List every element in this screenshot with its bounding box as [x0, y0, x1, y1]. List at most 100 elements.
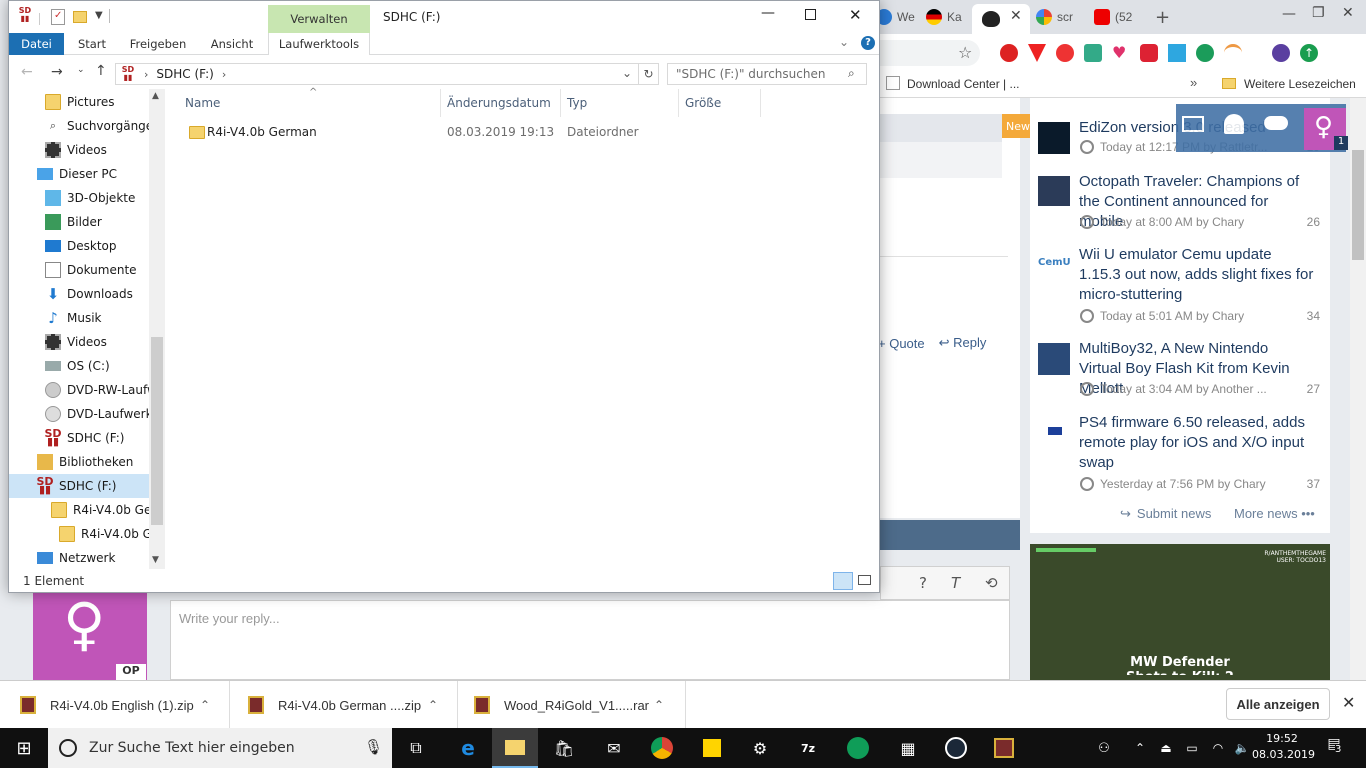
large-icons-view-icon[interactable] — [858, 575, 871, 585]
browser-tab-active[interactable]: ✕ — [972, 4, 1030, 34]
nav-scroll-thumb[interactable] — [151, 337, 163, 525]
sticky-notes-icon[interactable] — [698, 734, 726, 762]
nav-item-3d-objekte[interactable]: 3D-Objekte — [45, 186, 149, 210]
nav-item-videos[interactable]: Videos — [45, 138, 149, 162]
extension-icon[interactable] — [1140, 44, 1158, 62]
back-arrow-icon[interactable]: ← — [21, 64, 33, 80]
extension-icon[interactable] — [1056, 44, 1074, 62]
scroll-down-icon[interactable]: ▼ — [152, 555, 159, 565]
file-row[interactable]: R4i-V4.0b German 08.03.2019 19:13 Dateio… — [181, 121, 771, 143]
close-icon[interactable]: ✕ — [849, 6, 862, 24]
news-title[interactable]: Wii U emulator Cemu update 1.15.3 out no… — [1079, 245, 1314, 305]
hangouts-icon[interactable] — [844, 734, 872, 762]
download-item[interactable]: Wood_R4iGold_V1.....rar ⌃ — [458, 681, 686, 729]
address-bar[interactable]: ☆ — [880, 40, 980, 66]
chevron-up-icon[interactable]: ⌃ — [200, 698, 210, 712]
action-center-icon[interactable]: ▤ 3 — [1322, 736, 1346, 760]
search-input[interactable]: "SDHC (F:)" durchsuchen ⌕ — [667, 63, 867, 85]
column-size[interactable]: Größe — [679, 89, 761, 117]
browser-restore-icon[interactable]: ❐ — [1312, 5, 1325, 21]
bookmark-download-center[interactable]: Download Center | ... — [907, 77, 1020, 91]
settings-gear-icon[interactable]: ⚙ — [746, 734, 774, 762]
chrome-icon[interactable] — [648, 734, 676, 762]
tab-close-icon[interactable]: ✕ — [1010, 8, 1022, 24]
task-view-icon[interactable]: ⧉ — [402, 734, 430, 762]
recent-dropdown-icon[interactable]: ⌄ — [77, 65, 85, 75]
breadcrumb-sdhc[interactable]: SDHC (F:) — [156, 67, 213, 81]
cloud-upload-icon[interactable] — [1264, 116, 1288, 130]
rainbow-icon[interactable] — [1224, 44, 1242, 62]
user-avatar[interactable]: ♀ 1 — [1304, 108, 1348, 150]
nav-item-dokumente[interactable]: Dokumente — [45, 258, 149, 282]
bookmark-other[interactable]: Weitere Lesezeichen — [1244, 77, 1356, 91]
browser-minimize-icon[interactable]: — — [1282, 6, 1296, 22]
clear-format-icon[interactable]: T — [951, 574, 960, 592]
submit-news-link[interactable]: ↪ Submit news — [1120, 506, 1211, 522]
nav-item-dvd[interactable]: DVD-Laufwerk — [45, 402, 149, 426]
refresh-icon[interactable]: ↻ — [639, 63, 659, 85]
news-item[interactable]: MultiBoy32, A New Nintendo Virtual Boy F… — [1038, 339, 1328, 405]
page-scroll-thumb[interactable] — [1352, 150, 1364, 260]
shield-icon[interactable] — [1028, 44, 1046, 62]
nav-item-sdhc-selected[interactable]: SD ▮▮ SDHC (F:) — [9, 474, 149, 498]
tab-start[interactable]: Start — [71, 33, 113, 55]
browser-close-icon[interactable]: ✕ — [1342, 5, 1354, 21]
news-title[interactable]: PS4 firmware 6.50 released, adds remote … — [1079, 413, 1314, 473]
usb-icon[interactable]: ⏏ — [1152, 734, 1180, 762]
file-name[interactable]: R4i-V4.0b German — [207, 125, 317, 139]
browser-tab-1[interactable]: We — [876, 6, 916, 28]
column-type[interactable]: Typ — [561, 89, 679, 117]
update-icon[interactable]: ↑ — [1300, 44, 1318, 62]
nav-item-bibliotheken[interactable]: Bibliotheken — [37, 450, 149, 474]
minimize-icon[interactable]: — — [761, 5, 775, 21]
adblock-icon[interactable] — [1000, 44, 1018, 62]
quote-button[interactable]: + Quote — [878, 336, 925, 351]
nav-item-musik[interactable]: ♪ Musik — [45, 306, 149, 330]
breadcrumb-separator-icon[interactable]: › — [144, 68, 148, 81]
people-icon[interactable]: ⚇ — [1090, 734, 1118, 762]
nav-item-suchvorgaenge[interactable]: ⌕ Suchvorgänge — [45, 114, 149, 138]
column-date[interactable]: Änderungsdatum — [441, 89, 561, 117]
tab-datei[interactable]: Datei — [9, 33, 64, 55]
extension-icon[interactable] — [1168, 44, 1186, 62]
address-dropdown-icon[interactable]: ⌄ — [622, 66, 632, 80]
nav-item-downloads[interactable]: ⬇ Downloads — [45, 282, 149, 306]
bookmark-star-icon[interactable]: ☆ — [958, 43, 972, 62]
details-view-icon[interactable] — [833, 572, 853, 590]
clock[interactable]: 19:52 08.03.2019 — [1252, 731, 1315, 763]
nav-item-dvd-rw[interactable]: DVD-RW-Laufw — [45, 378, 149, 402]
nav-item-sdhc[interactable]: SD ▮▮ SDHC (F:) — [45, 426, 149, 450]
nav-item-desktop[interactable]: Desktop — [45, 234, 149, 258]
mail-icon[interactable]: ✉ — [600, 734, 628, 762]
reply-button[interactable]: ↩ Reply — [939, 335, 987, 351]
nav-item-bilder[interactable]: Bilder — [45, 210, 149, 234]
tab-laufwerktools[interactable]: Laufwerktools — [268, 33, 370, 55]
qat-dropdown-icon[interactable]: ▼ — [95, 10, 103, 21]
taskbar-explorer-active[interactable] — [492, 728, 538, 768]
tab-ansicht[interactable]: Ansicht — [205, 33, 259, 55]
nav-item-dieser-pc[interactable]: Dieser PC — [37, 162, 149, 186]
help-icon[interactable]: ? — [861, 36, 875, 50]
breadcrumb-separator-icon[interactable]: › — [222, 68, 226, 81]
browser-tab-4[interactable]: scr — [1036, 6, 1086, 28]
new-tab-button[interactable]: + — [1155, 7, 1170, 28]
tab-freigeben[interactable]: Freigeben — [125, 33, 191, 55]
nav-item-r4i-folder[interactable]: R4i-V4.0b Gern — [51, 498, 149, 522]
heart-icon[interactable]: ♥ — [1112, 44, 1130, 62]
ribbon-expand-icon[interactable]: ⌄ — [839, 35, 849, 49]
maximize-icon[interactable] — [805, 9, 816, 20]
extension-icon[interactable] — [1196, 44, 1214, 62]
7zip-icon[interactable]: 7z — [794, 734, 822, 762]
winrar-taskbar-icon[interactable] — [990, 734, 1018, 762]
scroll-up-icon[interactable]: ▲ — [152, 91, 159, 101]
nav-item-videos[interactable]: Videos — [45, 330, 149, 354]
show-all-button[interactable]: Alle anzeigen — [1226, 688, 1330, 720]
steam-icon[interactable] — [942, 734, 970, 762]
close-download-bar-icon[interactable]: ✕ — [1342, 693, 1355, 712]
news-item[interactable]: PS4 firmware 6.50 released, adds remote … — [1038, 413, 1328, 499]
new-folder-icon[interactable] — [73, 11, 87, 23]
up-arrow-icon[interactable]: ↑ — [95, 63, 107, 79]
chevron-up-icon[interactable]: ⌃ — [654, 698, 664, 712]
browser-tab-5[interactable]: (52 — [1094, 6, 1144, 28]
nav-item-os-c[interactable]: OS (C:) — [45, 354, 149, 378]
